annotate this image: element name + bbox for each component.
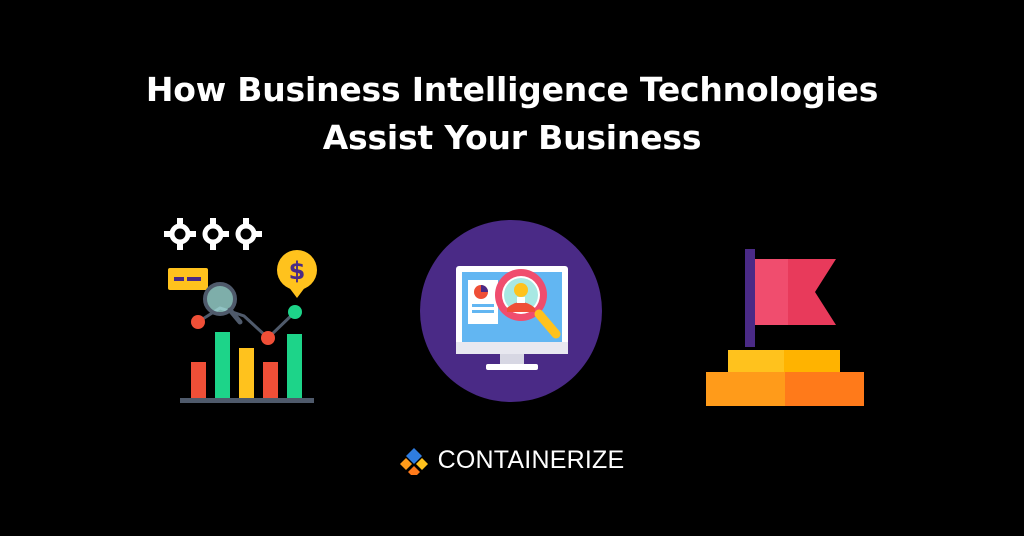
flag-podium-icon (700, 245, 870, 410)
monitor-search-user-icon (418, 218, 604, 404)
title-line-1: How Business Intelligence Technologies (145, 70, 879, 109)
containerize-logo (399, 447, 428, 475)
brand-name: CONTAINERIZE (437, 446, 625, 474)
dollar-bubble-icon: $ (277, 250, 317, 298)
magnifier-icon (203, 282, 243, 325)
gear-teeth-icon (164, 218, 262, 250)
brand: CONTAINERIZE (0, 446, 1024, 475)
analytics-chart-icon: $ (160, 212, 320, 412)
title-line-2: Assist Your Business (322, 118, 702, 157)
page-title: How Business Intelligence Technologies A… (0, 66, 1024, 162)
svg-text:$: $ (289, 257, 306, 285)
gear-icon (169, 223, 257, 245)
